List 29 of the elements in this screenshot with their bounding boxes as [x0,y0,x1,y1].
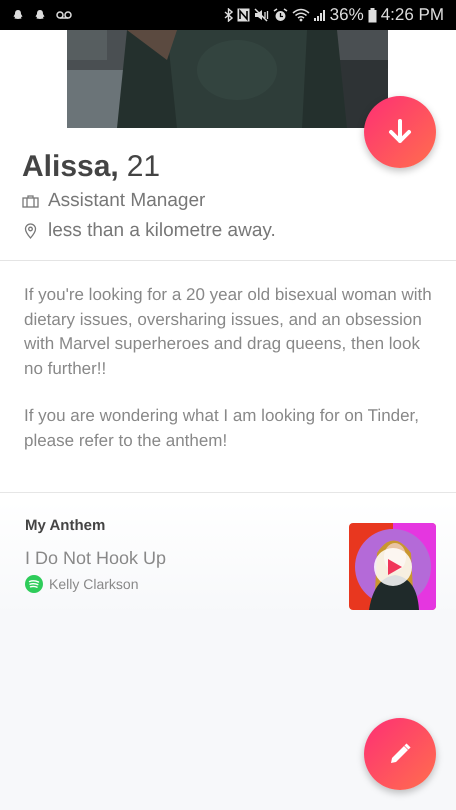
section-heading: My Anthem [25,517,106,534]
bio-paragraph: If you are wondering what I am looking for on Tinder, please refer to the anthem! [24,405,420,452]
song-title: I Do Not Hook Up [25,548,166,569]
signal-icon [314,9,326,21]
location-pin-icon [22,223,39,239]
distance: less than a kilometre away. [48,220,276,242]
battery-percent: 36% [330,5,364,25]
play-icon [387,558,403,576]
clock: 4:26 PM [380,5,444,25]
ghost-icon [34,9,46,21]
bio-paragraph: If you're looking for a 20 year old bisexual woman with dietary issues, oversharing issues, and an obsession with Marvel superheroes and drag queens, then look no further!! [24,284,432,380]
voicemail-icon [56,10,72,20]
alarm-icon [272,8,288,22]
mute-icon [254,8,269,22]
nfc-icon [236,8,250,22]
briefcase-icon [22,194,39,208]
pencil-icon [388,742,412,766]
battery-icon [368,8,377,22]
profile-age: 21 [126,150,160,184]
wifi-icon [292,8,310,22]
edit-button[interactable] [364,718,436,790]
bluetooth-icon [224,8,233,22]
spotify-icon [25,575,43,593]
profile-name: Alissa, [22,150,119,184]
job-title: Assistant Manager [48,190,206,212]
artist-name: Kelly Clarkson [49,576,138,592]
download-button[interactable] [364,96,436,168]
ghost-icon [12,9,24,21]
down-arrow-icon [388,119,412,145]
